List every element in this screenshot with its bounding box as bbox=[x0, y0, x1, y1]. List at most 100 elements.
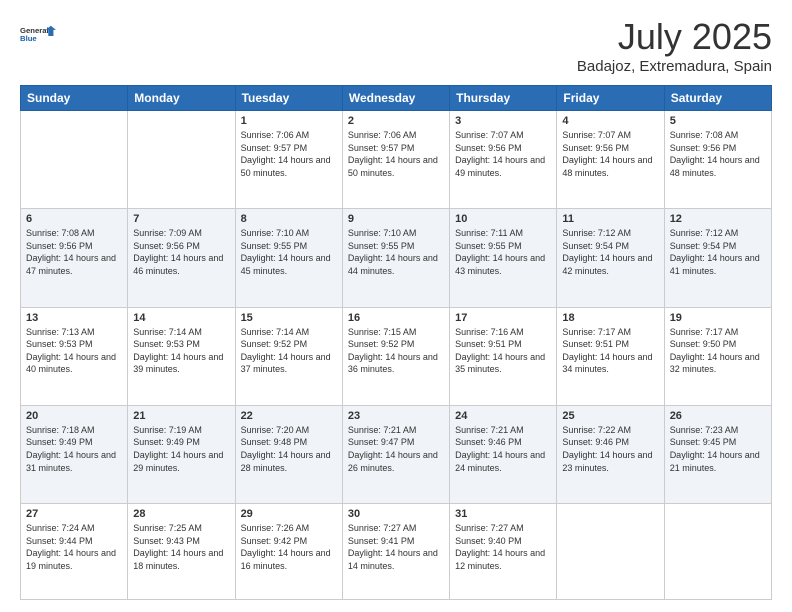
day-info: Sunrise: 7:27 AM Sunset: 9:41 PM Dayligh… bbox=[348, 522, 444, 572]
calendar-cell: 29 Sunrise: 7:26 AM Sunset: 9:42 PM Dayli… bbox=[235, 504, 342, 600]
calendar-cell: 19 Sunrise: 7:17 AM Sunset: 9:50 PM Dayli… bbox=[664, 307, 771, 405]
calendar-cell: 6 Sunrise: 7:08 AM Sunset: 9:56 PM Daylig… bbox=[21, 209, 128, 307]
day-number: 11 bbox=[562, 213, 658, 225]
calendar-cell: 11 Sunrise: 7:12 AM Sunset: 9:54 PM Dayli… bbox=[557, 209, 664, 307]
calendar-cell: 9 Sunrise: 7:10 AM Sunset: 9:55 PM Daylig… bbox=[342, 209, 449, 307]
day-number: 21 bbox=[133, 410, 229, 422]
day-number: 24 bbox=[455, 410, 551, 422]
calendar-cell: 2Sunrise: 7:06 AM Sunset: 9:57 PM Daylig… bbox=[342, 111, 449, 209]
calendar-cell: 31 Sunrise: 7:27 AM Sunset: 9:40 PM Dayli… bbox=[450, 504, 557, 600]
calendar-header-sunday: Sunday bbox=[21, 86, 128, 111]
day-number: 17 bbox=[455, 312, 551, 324]
calendar-cell: 3Sunrise: 7:07 AM Sunset: 9:56 PM Daylig… bbox=[450, 111, 557, 209]
calendar-cell: 24 Sunrise: 7:21 AM Sunset: 9:46 PM Dayli… bbox=[450, 405, 557, 503]
day-info: Sunrise: 7:15 AM Sunset: 9:52 PM Dayligh… bbox=[348, 326, 444, 376]
day-info: Sunrise: 7:11 AM Sunset: 9:55 PM Dayligh… bbox=[455, 227, 551, 277]
calendar-header-thursday: Thursday bbox=[450, 86, 557, 111]
calendar-cell: 15 Sunrise: 7:14 AM Sunset: 9:52 PM Dayli… bbox=[235, 307, 342, 405]
calendar-cell bbox=[128, 111, 235, 209]
day-info: Sunrise: 7:17 AM Sunset: 9:51 PM Dayligh… bbox=[562, 326, 658, 376]
day-number: 26 bbox=[670, 410, 766, 422]
day-info: Sunrise: 7:25 AM Sunset: 9:43 PM Dayligh… bbox=[133, 522, 229, 572]
day-number: 22 bbox=[241, 410, 337, 422]
calendar-cell: 7 Sunrise: 7:09 AM Sunset: 9:56 PM Daylig… bbox=[128, 209, 235, 307]
day-number: 30 bbox=[348, 508, 444, 520]
day-number: 27 bbox=[26, 508, 122, 520]
day-info: Sunrise: 7:10 AM Sunset: 9:55 PM Dayligh… bbox=[348, 227, 444, 277]
calendar-cell bbox=[557, 504, 664, 600]
day-info: Sunrise: 7:06 AM Sunset: 9:57 PM Dayligh… bbox=[241, 129, 337, 179]
day-info: Sunrise: 7:16 AM Sunset: 9:51 PM Dayligh… bbox=[455, 326, 551, 376]
calendar-cell: 5 Sunrise: 7:08 AM Sunset: 9:56 PM Daylig… bbox=[664, 111, 771, 209]
calendar-cell: 28Sunrise: 7:25 AM Sunset: 9:43 PM Dayli… bbox=[128, 504, 235, 600]
day-info: Sunrise: 7:27 AM Sunset: 9:40 PM Dayligh… bbox=[455, 522, 551, 572]
calendar-cell: 8Sunrise: 7:10 AM Sunset: 9:55 PM Daylig… bbox=[235, 209, 342, 307]
day-number: 16 bbox=[348, 312, 444, 324]
calendar-week-4: 20Sunrise: 7:18 AM Sunset: 9:49 PM Dayli… bbox=[21, 405, 772, 503]
day-info: Sunrise: 7:18 AM Sunset: 9:49 PM Dayligh… bbox=[26, 424, 122, 474]
day-info: Sunrise: 7:14 AM Sunset: 9:52 PM Dayligh… bbox=[241, 326, 337, 376]
svg-text:Blue: Blue bbox=[20, 34, 37, 43]
day-info: Sunrise: 7:08 AM Sunset: 9:56 PM Dayligh… bbox=[26, 227, 122, 277]
day-number: 14 bbox=[133, 312, 229, 324]
day-number: 6 bbox=[26, 213, 122, 225]
day-info: Sunrise: 7:20 AM Sunset: 9:48 PM Dayligh… bbox=[241, 424, 337, 474]
day-number: 4 bbox=[562, 115, 658, 127]
calendar-cell: 17 Sunrise: 7:16 AM Sunset: 9:51 PM Dayli… bbox=[450, 307, 557, 405]
title-block: July 2025 Badajoz, Extremadura, Spain bbox=[577, 16, 772, 75]
calendar-table: SundayMondayTuesdayWednesdayThursdayFrid… bbox=[20, 85, 772, 600]
day-number: 23 bbox=[348, 410, 444, 422]
day-number: 19 bbox=[670, 312, 766, 324]
day-number: 29 bbox=[241, 508, 337, 520]
day-number: 5 bbox=[670, 115, 766, 127]
day-number: 31 bbox=[455, 508, 551, 520]
day-info: Sunrise: 7:14 AM Sunset: 9:53 PM Dayligh… bbox=[133, 326, 229, 376]
day-info: Sunrise: 7:24 AM Sunset: 9:44 PM Dayligh… bbox=[26, 522, 122, 572]
day-number: 9 bbox=[348, 213, 444, 225]
calendar-cell: 23 Sunrise: 7:21 AM Sunset: 9:47 PM Dayli… bbox=[342, 405, 449, 503]
day-info: Sunrise: 7:12 AM Sunset: 9:54 PM Dayligh… bbox=[562, 227, 658, 277]
day-number: 10 bbox=[455, 213, 551, 225]
header: General Blue July 2025 Badajoz, Extremad… bbox=[20, 16, 772, 75]
calendar-header-friday: Friday bbox=[557, 86, 664, 111]
day-info: Sunrise: 7:07 AM Sunset: 9:56 PM Dayligh… bbox=[562, 129, 658, 179]
day-number: 18 bbox=[562, 312, 658, 324]
calendar-cell: 1 Sunrise: 7:06 AM Sunset: 9:57 PM Daylig… bbox=[235, 111, 342, 209]
day-info: Sunrise: 7:06 AM Sunset: 9:57 PM Dayligh… bbox=[348, 129, 444, 179]
day-number: 13 bbox=[26, 312, 122, 324]
logo-svg: General Blue bbox=[20, 16, 56, 52]
day-number: 7 bbox=[133, 213, 229, 225]
calendar-cell: 30 Sunrise: 7:27 AM Sunset: 9:41 PM Dayli… bbox=[342, 504, 449, 600]
day-number: 12 bbox=[670, 213, 766, 225]
calendar-header-tuesday: Tuesday bbox=[235, 86, 342, 111]
day-info: Sunrise: 7:23 AM Sunset: 9:45 PM Dayligh… bbox=[670, 424, 766, 474]
calendar-cell: 10 Sunrise: 7:11 AM Sunset: 9:55 PM Dayli… bbox=[450, 209, 557, 307]
calendar-week-1: 1 Sunrise: 7:06 AM Sunset: 9:57 PM Daylig… bbox=[21, 111, 772, 209]
day-number: 15 bbox=[241, 312, 337, 324]
calendar-cell: 18 Sunrise: 7:17 AM Sunset: 9:51 PM Dayli… bbox=[557, 307, 664, 405]
calendar-cell: 27 Sunrise: 7:24 AM Sunset: 9:44 PM Dayli… bbox=[21, 504, 128, 600]
day-number: 8 bbox=[241, 213, 337, 225]
calendar-cell: 14 Sunrise: 7:14 AM Sunset: 9:53 PM Dayli… bbox=[128, 307, 235, 405]
day-info: Sunrise: 7:12 AM Sunset: 9:54 PM Dayligh… bbox=[670, 227, 766, 277]
subtitle: Badajoz, Extremadura, Spain bbox=[577, 58, 772, 75]
main-title: July 2025 bbox=[577, 16, 772, 58]
day-info: Sunrise: 7:21 AM Sunset: 9:47 PM Dayligh… bbox=[348, 424, 444, 474]
calendar-week-5: 27 Sunrise: 7:24 AM Sunset: 9:44 PM Dayli… bbox=[21, 504, 772, 600]
calendar-cell: 21Sunrise: 7:19 AM Sunset: 9:49 PM Dayli… bbox=[128, 405, 235, 503]
day-info: Sunrise: 7:09 AM Sunset: 9:56 PM Dayligh… bbox=[133, 227, 229, 277]
logo: General Blue bbox=[20, 16, 56, 52]
calendar-cell: 13 Sunrise: 7:13 AM Sunset: 9:53 PM Dayli… bbox=[21, 307, 128, 405]
day-info: Sunrise: 7:26 AM Sunset: 9:42 PM Dayligh… bbox=[241, 522, 337, 572]
calendar-cell: 25Sunrise: 7:22 AM Sunset: 9:46 PM Dayli… bbox=[557, 405, 664, 503]
day-info: Sunrise: 7:21 AM Sunset: 9:46 PM Dayligh… bbox=[455, 424, 551, 474]
svg-text:General: General bbox=[20, 26, 49, 35]
day-number: 1 bbox=[241, 115, 337, 127]
day-number: 3 bbox=[455, 115, 551, 127]
day-info: Sunrise: 7:17 AM Sunset: 9:50 PM Dayligh… bbox=[670, 326, 766, 376]
calendar-week-2: 6 Sunrise: 7:08 AM Sunset: 9:56 PM Daylig… bbox=[21, 209, 772, 307]
calendar-cell bbox=[21, 111, 128, 209]
day-info: Sunrise: 7:13 AM Sunset: 9:53 PM Dayligh… bbox=[26, 326, 122, 376]
calendar-cell: 16 Sunrise: 7:15 AM Sunset: 9:52 PM Dayli… bbox=[342, 307, 449, 405]
day-info: Sunrise: 7:08 AM Sunset: 9:56 PM Dayligh… bbox=[670, 129, 766, 179]
